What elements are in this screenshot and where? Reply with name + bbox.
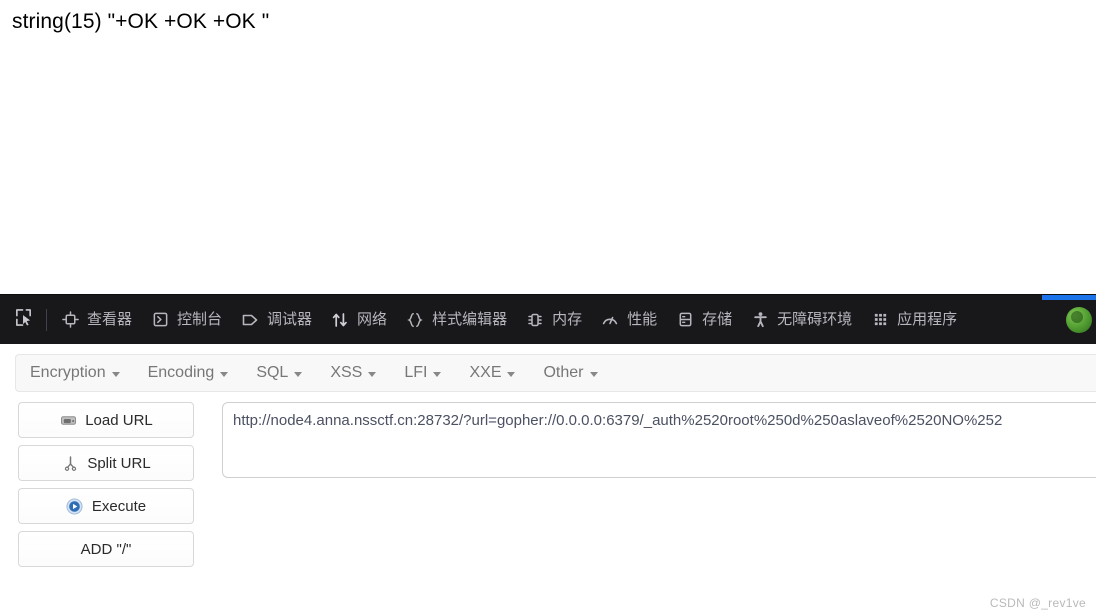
menu-sql[interactable]: SQL (256, 360, 314, 386)
chevron-down-icon (433, 371, 442, 377)
style-editor-icon (405, 310, 425, 330)
menu-label: XSS (330, 364, 363, 381)
menu-xss[interactable]: XSS (330, 360, 388, 386)
chevron-down-icon (589, 371, 598, 377)
storage-icon (675, 310, 695, 330)
network-icon (330, 310, 350, 330)
hackbar-panel: Encryption Encoding SQL XSS LFI XXE Othe… (0, 344, 1096, 616)
devtools-tab-label: 内存 (552, 311, 583, 328)
memory-icon (525, 310, 545, 330)
devtools-tab-label: 调试器 (267, 311, 313, 328)
chevron-down-icon (507, 371, 516, 377)
devtools-tab-console[interactable]: 控制台 (141, 295, 231, 345)
devtools-tab-label: 控制台 (177, 311, 223, 328)
menu-label: Other (543, 364, 584, 381)
inspector-icon (60, 310, 80, 330)
debugger-icon (240, 310, 260, 330)
devtools-tab-label: 查看器 (87, 311, 133, 328)
menu-label: Encoding (147, 364, 215, 381)
hackbar-action-buttons: Load URL Split URL Execute ADD "/" (18, 402, 194, 574)
browser-page-content: string(15) "+OK +OK +OK " (0, 0, 1096, 294)
chevron-down-icon (220, 371, 229, 377)
drive-icon (59, 411, 77, 429)
performance-icon (600, 310, 620, 330)
execute-button[interactable]: Execute (18, 488, 194, 524)
devtools-tab-memory[interactable]: 内存 (516, 295, 591, 345)
scissors-icon (61, 454, 79, 472)
devtools-tab-inspector[interactable]: 查看器 (51, 295, 141, 345)
menu-label: XXE (469, 364, 502, 381)
devtools-tab-label: 应用程序 (897, 311, 958, 328)
hackbar-menubar: Encryption Encoding SQL XSS LFI XXE Othe… (15, 354, 1096, 392)
button-label: Load URL (85, 411, 153, 429)
devtools-tab-performance[interactable]: 性能 (591, 295, 666, 345)
devtools-tab-application[interactable]: 应用程序 (861, 295, 966, 345)
devtools-tab-label: 性能 (627, 311, 658, 328)
devtools-tab-label: 无障碍环境 (777, 311, 853, 328)
add-slash-button[interactable]: ADD "/" (18, 531, 194, 567)
element-picker-icon (14, 308, 33, 332)
load-url-button[interactable]: Load URL (18, 402, 194, 438)
menu-encoding[interactable]: Encoding (148, 360, 241, 386)
button-label: ADD "/" (80, 540, 132, 558)
var-dump-output: string(15) "+OK +OK +OK " (12, 10, 270, 33)
csdn-watermark: CSDN @_rev1ve (989, 596, 1086, 610)
devtools-tab-network[interactable]: 网络 (321, 295, 396, 345)
chevron-down-icon (368, 371, 377, 377)
devtools-tab-label: 样式编辑器 (432, 311, 508, 328)
screen-root: string(15) "+OK +OK +OK " 查看器 控制台 调试器 网络… (0, 0, 1096, 616)
accessibility-icon (750, 310, 770, 330)
devtools-tab-debugger[interactable]: 调试器 (231, 295, 321, 345)
devtools-tab-label: 存储 (702, 311, 733, 328)
firefox-logo-icon[interactable] (1066, 306, 1092, 333)
hackbar-url-area (222, 402, 1096, 483)
chevron-down-icon (111, 371, 120, 377)
url-input[interactable] (222, 402, 1096, 478)
devtools-toolbar: 查看器 控制台 调试器 网络 样式编辑器 内存 性能 存储 无障碍环境 应用程序 (0, 294, 1096, 344)
split-url-button[interactable]: Split URL (18, 445, 194, 481)
menu-label: SQL (256, 364, 289, 381)
devtools-toolbar-right (1042, 294, 1096, 345)
play-icon (66, 497, 84, 515)
active-tab-indicator (1042, 294, 1096, 300)
menu-label: LFI (404, 364, 428, 381)
menu-other[interactable]: Other (543, 360, 609, 386)
button-label: Execute (91, 497, 147, 515)
devtools-tab-style-editor[interactable]: 样式编辑器 (396, 295, 516, 345)
element-picker-button[interactable] (4, 303, 42, 337)
menu-lfi[interactable]: LFI (404, 360, 453, 386)
devtools-tab-accessibility[interactable]: 无障碍环境 (741, 295, 861, 345)
menu-encryption[interactable]: Encryption (30, 360, 132, 386)
devtools-tab-storage[interactable]: 存储 (666, 295, 741, 345)
menu-xxe[interactable]: XXE (469, 360, 527, 386)
console-icon (150, 310, 170, 330)
devtools-tab-label: 网络 (357, 311, 388, 328)
application-icon (870, 310, 890, 330)
button-label: Split URL (87, 454, 151, 472)
chevron-down-icon (294, 371, 303, 377)
menu-label: Encryption (30, 364, 106, 381)
toolbar-divider (46, 308, 47, 331)
